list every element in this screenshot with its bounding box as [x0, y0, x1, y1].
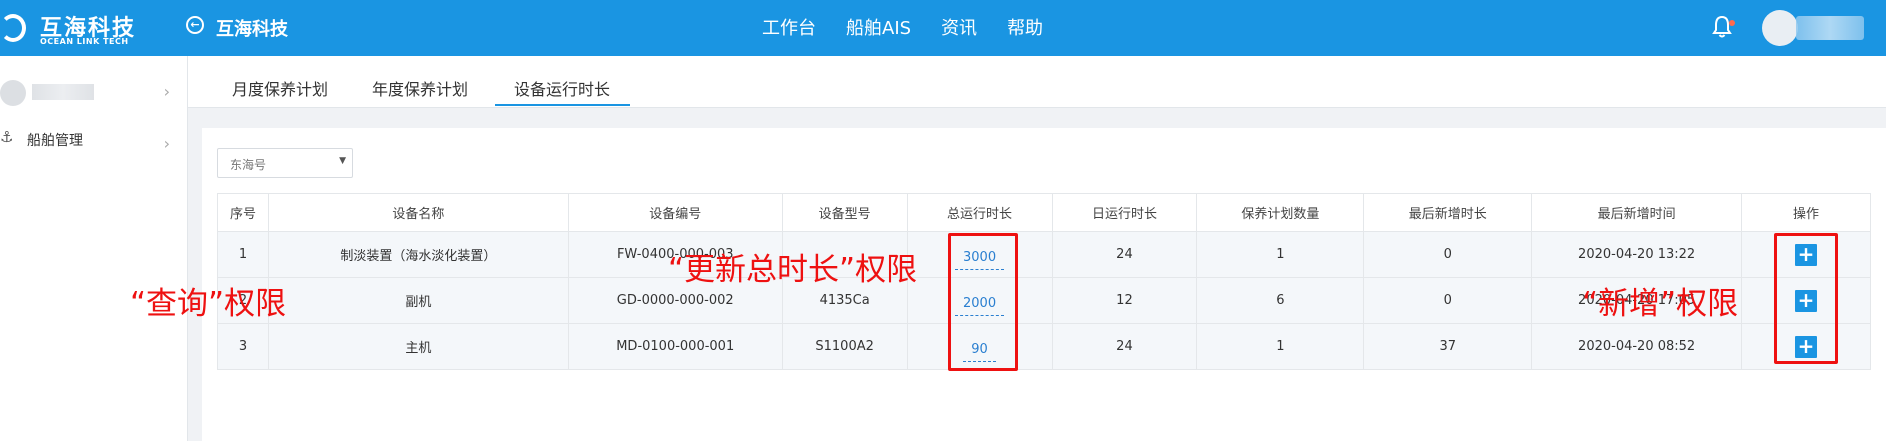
back-icon[interactable]: ← [186, 16, 204, 34]
logo-subtext: OCEAN LINK TECH [40, 37, 129, 46]
cell-last-time: 2020-04-20 13:22 [1531, 231, 1743, 278]
nav-help[interactable]: 帮助 [1007, 14, 1043, 40]
sidebar-item-label: 船舶管理 [27, 133, 83, 149]
tab-equipment-runtime[interactable]: 设备运行时长 [514, 76, 610, 100]
anchor-icon: ⚓ [0, 128, 14, 146]
chevron-right-icon: › [163, 134, 170, 153]
annotation-add-permission: “新增”权限 [1582, 286, 1739, 322]
col-header-total: 总运行时长 [906, 193, 1053, 232]
cell-plans-link[interactable]: 1 [1196, 323, 1365, 370]
col-header-daily: 日运行时长 [1051, 193, 1198, 232]
nav-news[interactable]: 资讯 [941, 14, 977, 40]
table-header-row: 序号 设备名称 设备编号 设备型号 总运行时长 日运行时长 保养计划数量 最后新… [217, 193, 1871, 232]
sidebar-user-name-redacted [32, 84, 94, 100]
sidebar-avatar [0, 80, 26, 106]
logo[interactable]: 互海科技 OCEAN LINK TECH [0, 8, 140, 48]
cell-name-link[interactable]: 主机 [267, 323, 569, 370]
cell-no: 1 [217, 231, 269, 278]
cell-plans-link[interactable]: 6 [1196, 277, 1365, 324]
nav-workbench[interactable]: 工作台 [762, 14, 816, 40]
tab-bar: 月度保养计划 年度保养计划 设备运行时长 [188, 56, 1886, 108]
col-header-last-add: 最后新增时长 [1363, 193, 1533, 232]
cell-daily: 24 [1051, 323, 1198, 370]
col-header-no: 序号 [217, 193, 269, 232]
cell-last-add: 37 [1363, 323, 1533, 370]
annotation-box-add [1774, 233, 1838, 364]
active-tab-indicator [495, 104, 630, 106]
ship-select[interactable]: 东海号 ▼ [217, 148, 353, 178]
annotation-query-permission: “查询”权限 [130, 286, 287, 322]
sidebar-item-ship-management[interactable]: ⚓ 船舶管理 › [0, 118, 186, 158]
cell-daily: 12 [1051, 277, 1198, 324]
top-bar: 互海科技 OCEAN LINK TECH ← 互海科技 工作台 船舶AIS 资讯… [0, 0, 1886, 56]
cell-name-link[interactable]: 制淡装置（海水淡化装置） [267, 231, 569, 278]
cell-plans-link[interactable]: 1 [1196, 231, 1365, 278]
col-header-actions: 操作 [1741, 193, 1871, 232]
col-header-last-time: 最后新增时间 [1531, 193, 1743, 232]
logo-icon [0, 14, 26, 42]
main-nav: 工作台 船舶AIS 资讯 帮助 [762, 14, 1043, 40]
col-header-plans: 保养计划数量 [1196, 193, 1365, 232]
cell-name-link[interactable]: 副机 [267, 277, 569, 324]
cell-daily: 24 [1051, 231, 1198, 278]
ship-select-value: 东海号 [230, 158, 267, 172]
chevron-right-icon: › [163, 82, 170, 101]
tab-monthly-plan[interactable]: 月度保养计划 [232, 76, 328, 100]
company-name: 互海科技 [216, 19, 288, 40]
cell-last-time: 2020-04-20 08:52 [1531, 323, 1743, 370]
table-row: 1 制淡装置（海水淡化装置） FW-0400-000-003 3000 24 1… [217, 231, 1871, 278]
nav-ship-ais[interactable]: 船舶AIS [846, 14, 911, 40]
col-header-model: 设备型号 [781, 193, 908, 232]
col-header-code: 设备编号 [567, 193, 783, 232]
sidebar: › ⚓ 船舶管理 › [0, 56, 188, 441]
user-avatar[interactable] [1762, 10, 1798, 46]
cell-code-link[interactable]: MD-0100-000-001 [567, 323, 783, 370]
cell-last-add: 0 [1363, 277, 1533, 324]
bell-icon[interactable] [1710, 14, 1734, 40]
table-row: 3 主机 MD-0100-000-001 S1100A2 90 24 1 37 … [217, 323, 1871, 370]
col-header-name: 设备名称 [267, 193, 569, 232]
caret-down-icon: ▼ [339, 156, 346, 166]
user-name-redacted[interactable] [1796, 16, 1864, 40]
sidebar-user[interactable]: › [0, 66, 186, 108]
notification-dot [1729, 20, 1735, 26]
annotation-update-total-permission: “更新总时长”权限 [668, 252, 918, 288]
cell-no: 3 [217, 323, 269, 370]
tab-annual-plan[interactable]: 年度保养计划 [372, 76, 468, 100]
annotation-box-total-runtime [948, 233, 1018, 371]
cell-last-add: 0 [1363, 231, 1533, 278]
cell-model: S1100A2 [781, 323, 908, 370]
